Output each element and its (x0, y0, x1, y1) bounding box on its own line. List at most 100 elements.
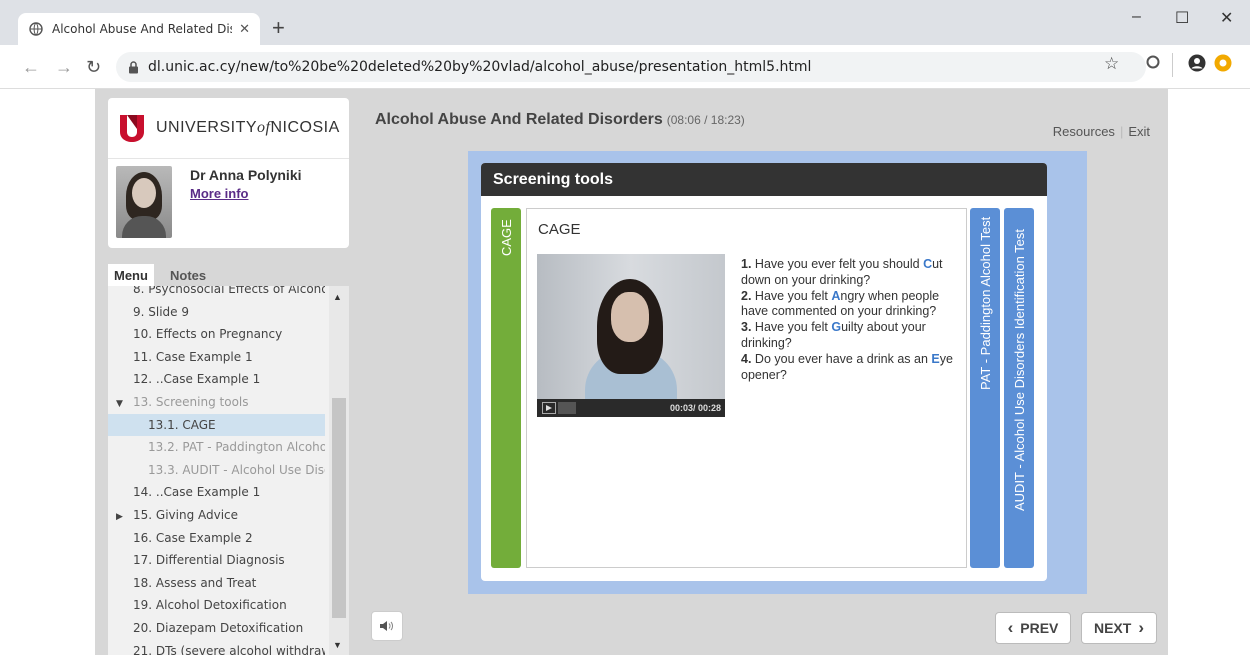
menu-item-label: 15. Giving Advice (133, 507, 239, 522)
menu-item[interactable]: 11. Case Example 1 (108, 346, 325, 369)
speaker-icon (380, 621, 393, 631)
menu-item-label: 13.1. CAGE (148, 417, 216, 432)
tab-cage[interactable]: CAGE (491, 208, 521, 568)
menu-item-label: 9. Slide 9 (133, 304, 189, 319)
menu-item-label: 16. Case Example 2 (133, 530, 253, 545)
audio-button[interactable] (371, 611, 403, 641)
page: UNIVERSITYofNICOSIA Dr Anna Polyniki Mor… (0, 89, 1250, 655)
slide: Screening tools CAGE CAGE 00:03/ 00:28 1… (481, 163, 1047, 581)
link-separator: | (1119, 124, 1124, 139)
menu-item-label: 13. Screening tools (133, 394, 249, 409)
sidebar-tabs: Menu Notes (108, 264, 349, 286)
minimize-button[interactable]: – (1132, 8, 1141, 26)
menu-item-label: 8. Psychosocial Effects of Alcohol (133, 286, 325, 296)
slide-title: Screening tools (481, 163, 1047, 196)
next-button[interactable]: NEXT › (1081, 612, 1157, 644)
menu-item-label: 18. Assess and Treat (133, 575, 257, 590)
menu-panel: 8. Psychosocial Effects of Alcohol 9. Sli… (108, 286, 349, 655)
prev-button[interactable]: ‹ PREV (995, 612, 1071, 644)
menu-item[interactable]: 19. Alcohol Detoxification (108, 594, 325, 617)
back-icon[interactable]: ← (22, 57, 40, 78)
play-icon[interactable] (542, 402, 556, 414)
cage-questions: 1. Have you ever felt you should Cut dow… (741, 257, 963, 383)
video-progress[interactable] (558, 402, 576, 414)
menu-item[interactable]: 20. Diazepam Detoxification (108, 617, 325, 640)
scroll-down-icon[interactable]: ▼ (333, 640, 342, 650)
update-icon[interactable] (1214, 54, 1232, 77)
menu-item-label: 12. ..Case Example 1 (133, 372, 261, 387)
caret-down-icon: ▼ (116, 398, 123, 409)
browser-toolbar: ← → ↻ dl.unic.ac.cy/new/to%20be%20delete… (0, 45, 1250, 89)
tab-notes[interactable]: Notes (164, 264, 212, 286)
menu-item[interactable]: 10. Effects on Pregnancy (108, 323, 325, 346)
slide-stage: Screening tools CAGE CAGE 00:03/ 00:28 1… (468, 151, 1087, 594)
cage-question: 2. Have you felt Angry when people have … (741, 288, 940, 319)
menu-item-label: 10. Effects on Pregnancy (133, 327, 283, 342)
menu-item[interactable]: 13.3. AUDIT - Alcohol Use Diso... (108, 459, 325, 482)
menu-item[interactable]: 13.2. PAT - Paddington Alcoho... (108, 436, 325, 459)
close-window-button[interactable]: ✕ (1220, 8, 1233, 28)
menu-item-label: 14. ..Case Example 1 (133, 485, 261, 500)
tab-menu[interactable]: Menu (108, 264, 154, 286)
menu-scrollbar[interactable]: ▲ ▼ (329, 286, 349, 655)
scroll-thumb[interactable] (332, 398, 346, 618)
video-time: 00:03/ 00:28 (669, 403, 721, 413)
cage-question: 1. Have you ever felt you should Cut dow… (741, 257, 943, 287)
tab-title: Alcohol Abuse And Related Diso (52, 22, 232, 36)
scroll-up-icon[interactable]: ▲ (333, 292, 342, 302)
menu-item[interactable]: 12. ..Case Example 1 (108, 368, 325, 391)
university-logo: UNIVERSITYofNICOSIA (108, 98, 349, 158)
menu-item[interactable]: ▼ 13. Screening tools (108, 391, 325, 414)
exit-link[interactable]: Exit (1128, 124, 1150, 139)
new-tab-button[interactable]: + (272, 17, 285, 39)
course-time: (08:06 / 18:23) (666, 113, 745, 127)
reload-icon[interactable]: ↻ (86, 57, 101, 78)
menu-item-label: 11. Case Example 1 (133, 349, 253, 364)
menu-item-label: 19. Alcohol Detoxification (133, 598, 287, 613)
menu-item[interactable]: ▶ 15. Giving Advice (108, 504, 325, 527)
menu-item-label: 13.2. PAT - Paddington Alcoho... (148, 440, 325, 455)
star-icon[interactable]: ☆ (1104, 54, 1119, 74)
menu-item[interactable]: 9. Slide 9 (108, 301, 325, 324)
resources-link[interactable]: Resources (1053, 124, 1115, 139)
presenter-photo (116, 166, 172, 238)
menu-item[interactable]: 18. Assess and Treat (108, 572, 325, 595)
tab-cage-label: CAGE (499, 219, 514, 256)
menu-item[interactable]: 13.1. CAGE (108, 413, 325, 437)
tab-close-icon[interactable]: ✕ (239, 21, 250, 37)
address-bar[interactable]: dl.unic.ac.cy/new/to%20be%20deleted%20by… (116, 52, 1146, 82)
university-logo-icon (120, 115, 144, 142)
profile-icon[interactable] (1188, 54, 1206, 77)
video-controls: 00:03/ 00:28 (537, 399, 725, 417)
globe-icon (28, 21, 44, 37)
tab-pat-label: PAT - Paddington Alcohol Test (978, 216, 993, 390)
menu-item-label: 13.3. AUDIT - Alcohol Use Diso... (148, 462, 325, 477)
top-links: Resources | Exit (1053, 124, 1150, 139)
maximize-button[interactable]: ☐ (1175, 8, 1189, 28)
toolbar-divider (1172, 53, 1173, 77)
tab-audit[interactable]: AUDIT - Alcohol Use Disorders Identifica… (1004, 208, 1034, 568)
menu-item-label: 21. DTs (severe alcohol withdraw... (133, 643, 325, 655)
extension-icon[interactable] (1146, 55, 1160, 74)
course-title: Alcohol Abuse And Related Disorders (08:0… (375, 111, 745, 128)
video-player[interactable]: 00:03/ 00:28 (537, 254, 725, 417)
menu-item-label: 17. Differential Diagnosis (133, 553, 285, 568)
menu-item[interactable]: 16. Case Example 2 (108, 527, 325, 550)
menu-item[interactable]: 17. Differential Diagnosis (108, 549, 325, 572)
lock-icon (128, 60, 140, 74)
browser-tab[interactable]: Alcohol Abuse And Related Diso ✕ (18, 13, 260, 45)
tab-pat[interactable]: PAT - Paddington Alcohol Test (970, 208, 1000, 568)
presentation-player: UNIVERSITYofNICOSIA Dr Anna Polyniki Mor… (95, 89, 1168, 655)
logo-text: UNIVERSITYofNICOSIA (156, 119, 340, 136)
forward-icon[interactable]: → (55, 57, 73, 78)
url-text: dl.unic.ac.cy/new/to%20be%20deleted%20by… (148, 59, 812, 75)
presenter-card: Dr Anna Polyniki More info (108, 158, 349, 248)
slide-content: CAGE 00:03/ 00:28 1. Have you ever felt … (526, 208, 967, 568)
menu-item[interactable]: 8. Psychosocial Effects of Alcohol (108, 286, 325, 301)
menu-item[interactable]: 14. ..Case Example 1 (108, 481, 325, 504)
more-info-link[interactable]: More info (190, 186, 249, 201)
tab-audit-label: AUDIT - Alcohol Use Disorders Identifica… (1012, 228, 1027, 511)
caret-right-icon: ▶ (116, 511, 123, 522)
chevron-right-icon: › (1138, 618, 1144, 637)
menu-item[interactable]: 21. DTs (severe alcohol withdraw... (108, 640, 325, 655)
